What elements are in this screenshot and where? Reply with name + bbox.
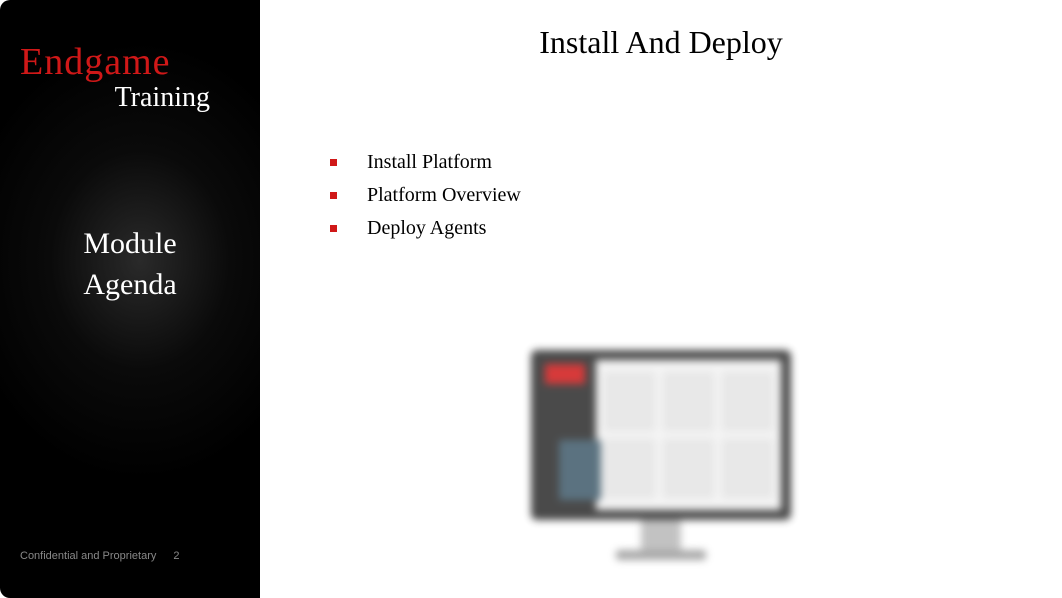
bullet-text: Platform Overview	[367, 184, 521, 207]
screen-tile	[604, 439, 655, 498]
footer: Confidential and Proprietary 2	[20, 550, 180, 562]
module-line-2: Agenda	[40, 265, 220, 306]
monitor-screen	[541, 360, 781, 510]
page-number: 2	[173, 550, 179, 562]
screen-logo-bar	[545, 364, 585, 384]
screen-tile	[722, 439, 773, 498]
bullet-icon	[330, 225, 337, 232]
list-item: Deploy Agents	[330, 217, 1022, 240]
monitor-illustration	[531, 350, 791, 560]
monitor-frame	[531, 350, 791, 520]
monitor-stand-base	[616, 550, 706, 560]
sidebar-panel: Endgame Training Module Agenda Confident…	[0, 0, 260, 598]
brand-title: Endgame	[20, 40, 240, 84]
screen-tile	[604, 372, 655, 431]
screen-sidebar	[541, 360, 596, 510]
slide: Endgame Training Module Agenda Confident…	[0, 0, 1062, 598]
slide-title: Install And Deploy	[300, 24, 1022, 61]
monitor-stand-neck	[641, 520, 681, 550]
screen-tile	[663, 439, 714, 498]
bullet-icon	[330, 159, 337, 166]
list-item: Install Platform	[330, 151, 1022, 174]
screen-tile	[722, 372, 773, 431]
bullet-list: Install Platform Platform Overview Deplo…	[300, 151, 1022, 240]
module-heading: Module Agenda	[20, 224, 240, 305]
bullet-icon	[330, 192, 337, 199]
bullet-text: Install Platform	[367, 151, 492, 174]
brand-subtitle: Training	[20, 82, 240, 114]
main-content: Install And Deploy Install Platform Plat…	[260, 0, 1062, 598]
footer-text: Confidential and Proprietary	[20, 550, 156, 562]
screen-grid	[596, 360, 781, 510]
list-item: Platform Overview	[330, 184, 1022, 207]
screen-card	[559, 440, 601, 500]
module-line-1: Module	[40, 224, 220, 265]
screen-tile	[663, 372, 714, 431]
bullet-text: Deploy Agents	[367, 217, 486, 240]
